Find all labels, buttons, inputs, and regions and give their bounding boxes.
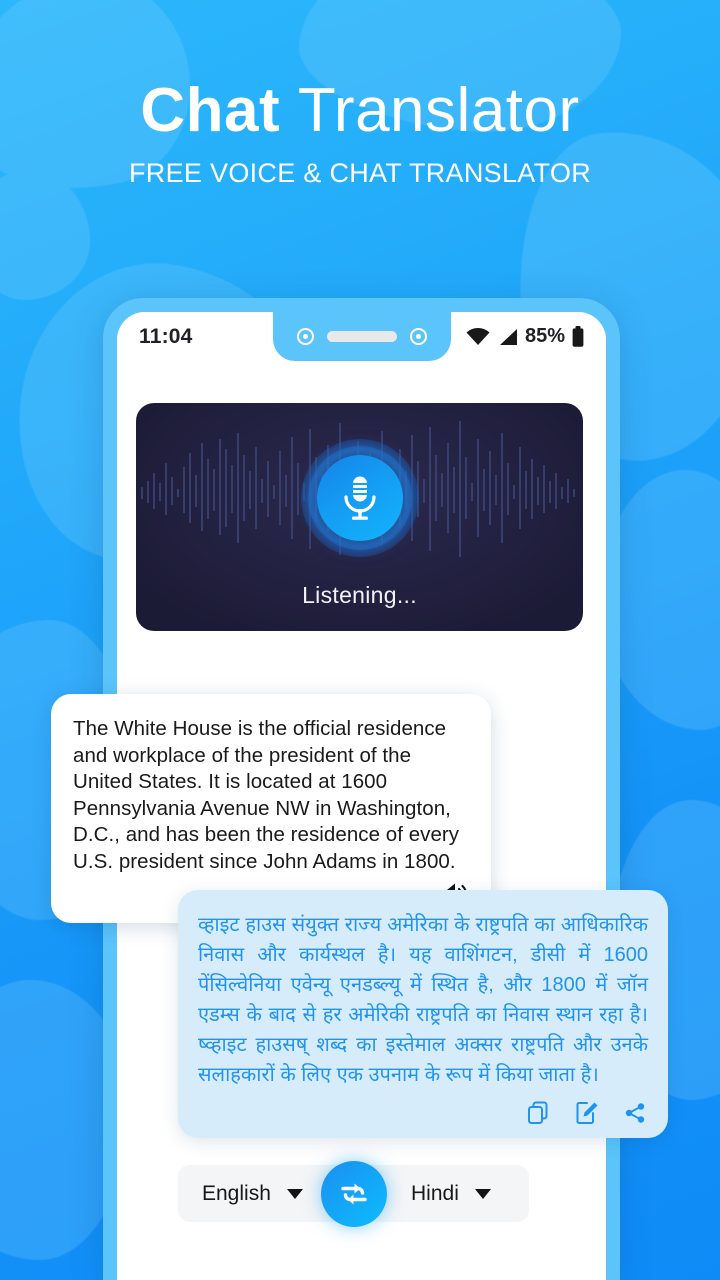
battery-icon — [572, 326, 584, 347]
microphone-icon — [343, 476, 376, 520]
language-selector-bar: English Hindi — [178, 1160, 529, 1227]
target-language-selector[interactable]: Hindi — [411, 1165, 491, 1222]
source-language-label: English — [202, 1181, 271, 1205]
status-indicators: 85% — [466, 325, 584, 348]
battery-percent-label: 85% — [524, 325, 565, 347]
source-language-selector[interactable]: English — [202, 1165, 303, 1222]
source-message-text: The White House is the official residenc… — [73, 717, 460, 873]
phone-mockup: 11:04 85% Listening... The White House i… — [51, 298, 668, 1280]
translated-message-text: व्हाइट हाउस संयुक्त राज्य अमेरिका के राष… — [198, 914, 648, 1086]
app-screen: Chat Translator FREE VOICE & CHAT TRANSL… — [0, 0, 720, 1280]
translated-message-actions — [198, 1100, 648, 1126]
page-title: Chat Translator — [0, 78, 720, 143]
swap-arrows-icon — [340, 1183, 367, 1204]
status-time: 11:04 — [139, 324, 193, 348]
listening-status-label: Listening... — [302, 582, 417, 608]
share-icon[interactable] — [622, 1100, 648, 1126]
page-subtitle: FREE VOICE & CHAT TRANSLATOR — [129, 158, 591, 189]
target-language-label: Hindi — [411, 1181, 459, 1205]
translated-message-bubble: व्हाइट हाउस संयुक्त राज्य अमेरिका के राष… — [178, 890, 668, 1138]
signal-icon — [499, 328, 517, 345]
phone-notch — [272, 312, 451, 361]
mic-button-wrapper[interactable] — [300, 439, 419, 557]
swap-languages-button[interactable] — [320, 1160, 387, 1227]
earpiece-speaker — [326, 331, 397, 342]
chevron-down-icon-source — [286, 1188, 303, 1199]
voice-listening-panel: Listening... — [136, 403, 583, 631]
chevron-down-icon-target — [474, 1188, 491, 1199]
app-header: Chat Translator FREE VOICE & CHAT TRANSL… — [0, 78, 720, 189]
copy-icon[interactable] — [526, 1100, 552, 1126]
phone-screen: 11:04 85% Listening... The White House i… — [51, 312, 668, 1280]
title-bold-part: Chat — [140, 76, 281, 145]
title-light-part: Translator — [297, 76, 580, 145]
front-camera-icon-right — [409, 328, 427, 345]
mic-button[interactable] — [316, 455, 403, 541]
front-camera-icon-left — [296, 328, 314, 345]
source-message-bubble: The White House is the official residenc… — [51, 694, 491, 923]
edit-icon[interactable] — [574, 1100, 600, 1126]
wifi-icon — [466, 328, 490, 345]
